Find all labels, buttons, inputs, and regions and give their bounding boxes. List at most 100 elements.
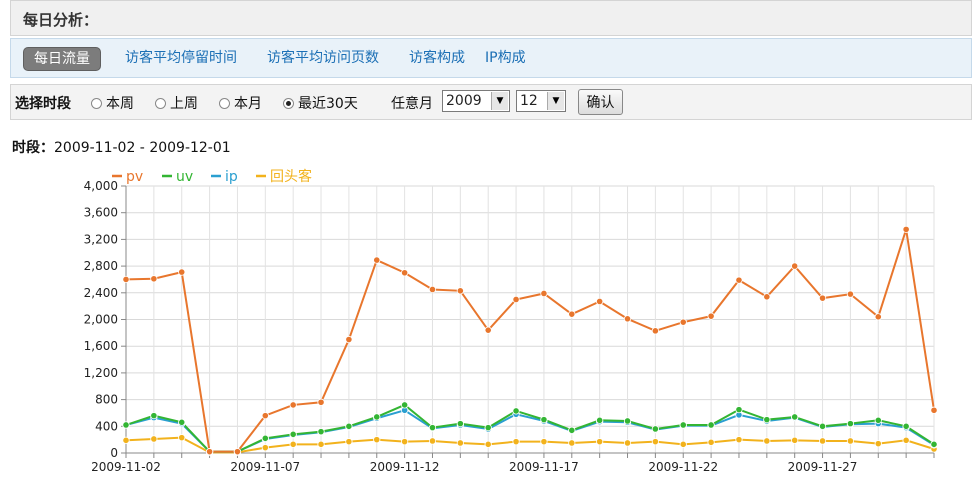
data-point-uv	[818, 422, 827, 430]
data-point-uv	[540, 416, 548, 424]
radio-dot[interactable]	[155, 97, 166, 109]
data-point-pv	[261, 412, 269, 420]
data-point-回头客	[373, 436, 381, 444]
x-tick-label: 2009-11-27	[788, 460, 858, 474]
filter-label: 选择时段	[15, 96, 71, 112]
y-tick-label: 0	[110, 446, 118, 460]
data-point-回头客	[763, 437, 771, 445]
data-point-uv	[261, 434, 269, 442]
data-point-pv	[150, 275, 158, 283]
data-point-回头客	[902, 436, 910, 444]
data-point-pv	[233, 448, 242, 456]
y-tick-label: 400	[95, 419, 118, 433]
data-point-uv	[178, 418, 186, 426]
radio-last-week[interactable]: 上周	[155, 93, 198, 113]
traffic-chart: 4,000 3,600 3,200 2,800 2,400 2,000 1,600 1,200…	[84, 168, 938, 474]
radio-label: 本月	[234, 96, 262, 112]
data-point-uv	[707, 421, 715, 429]
tab-bar: 每日流量 访客平均停留时间 访客平均访问页数 访客构成 IP构成	[10, 38, 972, 78]
year-value: 2009	[446, 93, 482, 109]
data-point-pv	[679, 318, 687, 326]
data-point-uv	[930, 440, 938, 448]
tab-visitor-composition[interactable]: 访客构成	[409, 47, 465, 69]
data-point-pv	[540, 289, 548, 298]
tab-avg-pages[interactable]: 访客平均访问页数	[267, 47, 379, 69]
data-point-uv	[401, 401, 409, 409]
confirm-button[interactable]: 确认	[578, 89, 623, 115]
data-point-回头客	[596, 438, 604, 446]
data-point-uv	[289, 430, 297, 438]
radio-this-month[interactable]: 本月	[219, 93, 262, 113]
data-point-pv	[874, 313, 882, 321]
data-point-pv	[317, 398, 325, 406]
data-point-uv	[484, 424, 492, 432]
data-point-pv	[373, 256, 381, 264]
chevron-down-icon[interactable]: ▼	[547, 92, 564, 110]
data-point-pv	[401, 269, 409, 277]
data-point-pv	[596, 297, 604, 306]
data-point-回头客	[261, 444, 269, 452]
data-point-回头客	[707, 438, 715, 446]
radio-dot[interactable]	[91, 97, 102, 109]
chevron-down-icon[interactable]: ▼	[491, 92, 508, 110]
period-line: 时段：2009-11-02 - 2009-12-01	[12, 137, 231, 157]
data-point-pv	[818, 294, 827, 302]
data-point-pv	[763, 293, 771, 301]
page-header: 每日分析：	[10, 0, 972, 36]
data-point-pv	[735, 276, 743, 284]
data-point-pv	[930, 406, 938, 414]
legend-label: 回头客	[270, 168, 312, 185]
data-point-回头客	[818, 437, 827, 445]
y-tick-label: 2,000	[84, 313, 118, 327]
data-point-回头客	[512, 438, 520, 446]
data-point-回头客	[289, 440, 297, 448]
tab-ip-composition[interactable]: IP构成	[485, 47, 526, 69]
period-value: 2009-11-02 - 2009-12-01	[54, 140, 231, 156]
y-tick-label: 3,200	[84, 232, 118, 246]
radio-dot[interactable]	[219, 97, 230, 109]
radio-last-30-days[interactable]: 最近30天	[283, 93, 358, 113]
data-point-pv	[122, 275, 130, 284]
tab-daily-traffic[interactable]: 每日流量	[23, 47, 101, 71]
year-select[interactable]: 2009 ▼	[442, 90, 510, 112]
data-point-uv	[122, 421, 130, 429]
series-line-uv	[125, 403, 935, 453]
data-point-pv	[345, 335, 353, 344]
data-point-回头客	[874, 440, 882, 448]
data-point-uv	[763, 416, 771, 424]
data-point-pv	[512, 295, 520, 304]
radio-dot[interactable]	[283, 97, 294, 109]
legend-label: ip	[225, 169, 238, 185]
data-point-uv	[456, 420, 464, 428]
radio-label: 本周	[106, 96, 134, 112]
data-point-uv	[512, 407, 520, 415]
data-point-回头客	[345, 438, 353, 446]
data-point-回头客	[178, 434, 186, 442]
data-point-回头客	[401, 438, 409, 446]
legend-label: uv	[176, 169, 193, 185]
month-select[interactable]: 12 ▼	[516, 90, 566, 112]
x-tick-label: 2009-11-12	[370, 460, 440, 474]
tab-avg-stay-time[interactable]: 访客平均停留时间	[125, 47, 237, 69]
data-point-回头客	[846, 437, 855, 445]
data-point-pv	[428, 285, 437, 294]
data-point-uv	[679, 421, 687, 429]
data-point-pv	[205, 448, 214, 456]
y-tick-label: 2,400	[84, 286, 118, 300]
x-tick-label: 2009-11-07	[230, 460, 300, 474]
radio-label: 上周	[170, 96, 198, 112]
y-tick-label: 4,000	[84, 179, 118, 193]
y-tick-label: 800	[95, 393, 118, 407]
data-point-pv	[651, 327, 659, 335]
data-point-pv	[791, 262, 799, 270]
data-point-pv	[623, 315, 632, 323]
data-point-回头客	[428, 437, 437, 445]
data-point-uv	[651, 425, 659, 433]
data-point-uv	[902, 422, 910, 430]
series-line-ip	[125, 409, 935, 453]
radio-this-week[interactable]: 本周	[91, 93, 134, 113]
data-point-回头客	[679, 440, 687, 448]
data-point-uv	[735, 406, 743, 414]
filter-bar: 选择时段 本周 上周 本月 最近30天 任意月 2009 ▼ 12 ▼ 确认	[10, 84, 972, 120]
y-tick-label: 1,200	[84, 366, 118, 380]
